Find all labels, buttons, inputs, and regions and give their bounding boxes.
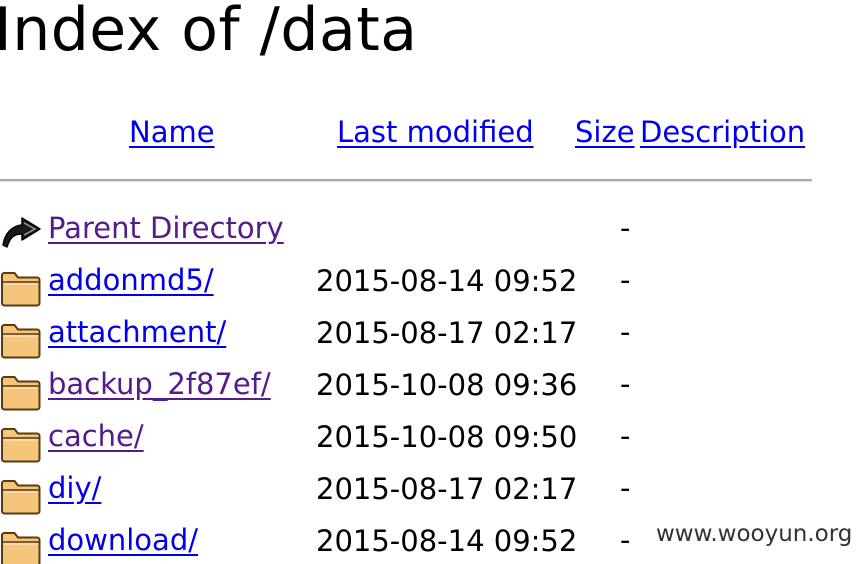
- last-modified-value: 2015-08-17 02:17: [316, 316, 578, 350]
- folder-icon[interactable]: [0, 527, 44, 564]
- sort-by-name-link[interactable]: Name: [129, 114, 215, 150]
- directory-link[interactable]: addonmd5/: [48, 262, 214, 298]
- size-value: -: [620, 315, 631, 349]
- sort-by-size-link[interactable]: Size: [575, 114, 635, 150]
- directory-link[interactable]: backup_2f87ef/: [48, 366, 271, 402]
- directory-row: addonmd5/2015-08-14 09:52 -: [0, 262, 700, 307]
- parent-directory-link[interactable]: Parent Directory: [48, 210, 284, 246]
- directory-row: download/2015-08-14 09:52 -: [0, 522, 700, 564]
- watermark: www.wooyun.org: [656, 521, 853, 547]
- size-value: -: [620, 211, 631, 245]
- last-modified-value: 2015-08-14 09:52: [316, 264, 578, 298]
- directory-link[interactable]: cache/: [48, 418, 144, 454]
- folder-icon[interactable]: [0, 475, 44, 515]
- last-modified-value: 2015-08-14 09:52: [316, 524, 578, 558]
- folder-icon[interactable]: [0, 267, 44, 307]
- size-value: -: [620, 471, 631, 505]
- directory-row: cache/2015-10-08 09:50 -: [0, 418, 700, 463]
- last-modified-value: 2015-10-08 09:50: [316, 420, 578, 454]
- size-value: -: [620, 419, 631, 453]
- folder-icon[interactable]: [0, 371, 44, 411]
- folder-icon[interactable]: [0, 319, 44, 359]
- directory-row: diy/2015-08-17 02:17 -: [0, 470, 700, 515]
- sort-by-description-link[interactable]: Description: [640, 114, 805, 150]
- folder-icon[interactable]: [0, 423, 44, 463]
- parent-directory-row: Parent Directory -: [0, 210, 700, 254]
- back-arrow-icon[interactable]: [0, 215, 44, 255]
- header-divider: [0, 179, 812, 182]
- directory-link[interactable]: diy/: [48, 470, 101, 506]
- last-modified-value: 2015-08-17 02:17: [316, 472, 578, 506]
- directory-row: backup_2f87ef/2015-10-08 09:36 -: [0, 366, 700, 411]
- size-value: -: [620, 523, 631, 557]
- directory-link[interactable]: download/: [48, 522, 198, 558]
- directory-row: attachment/2015-08-17 02:17 -: [0, 314, 700, 359]
- sort-by-last-modified-link[interactable]: Last modified: [337, 114, 534, 150]
- size-value: -: [620, 367, 631, 401]
- last-modified-value: 2015-10-08 09:36: [316, 368, 578, 402]
- size-value: -: [620, 263, 631, 297]
- directory-link[interactable]: attachment/: [48, 314, 226, 350]
- page-title: Index of /data: [0, 0, 418, 65]
